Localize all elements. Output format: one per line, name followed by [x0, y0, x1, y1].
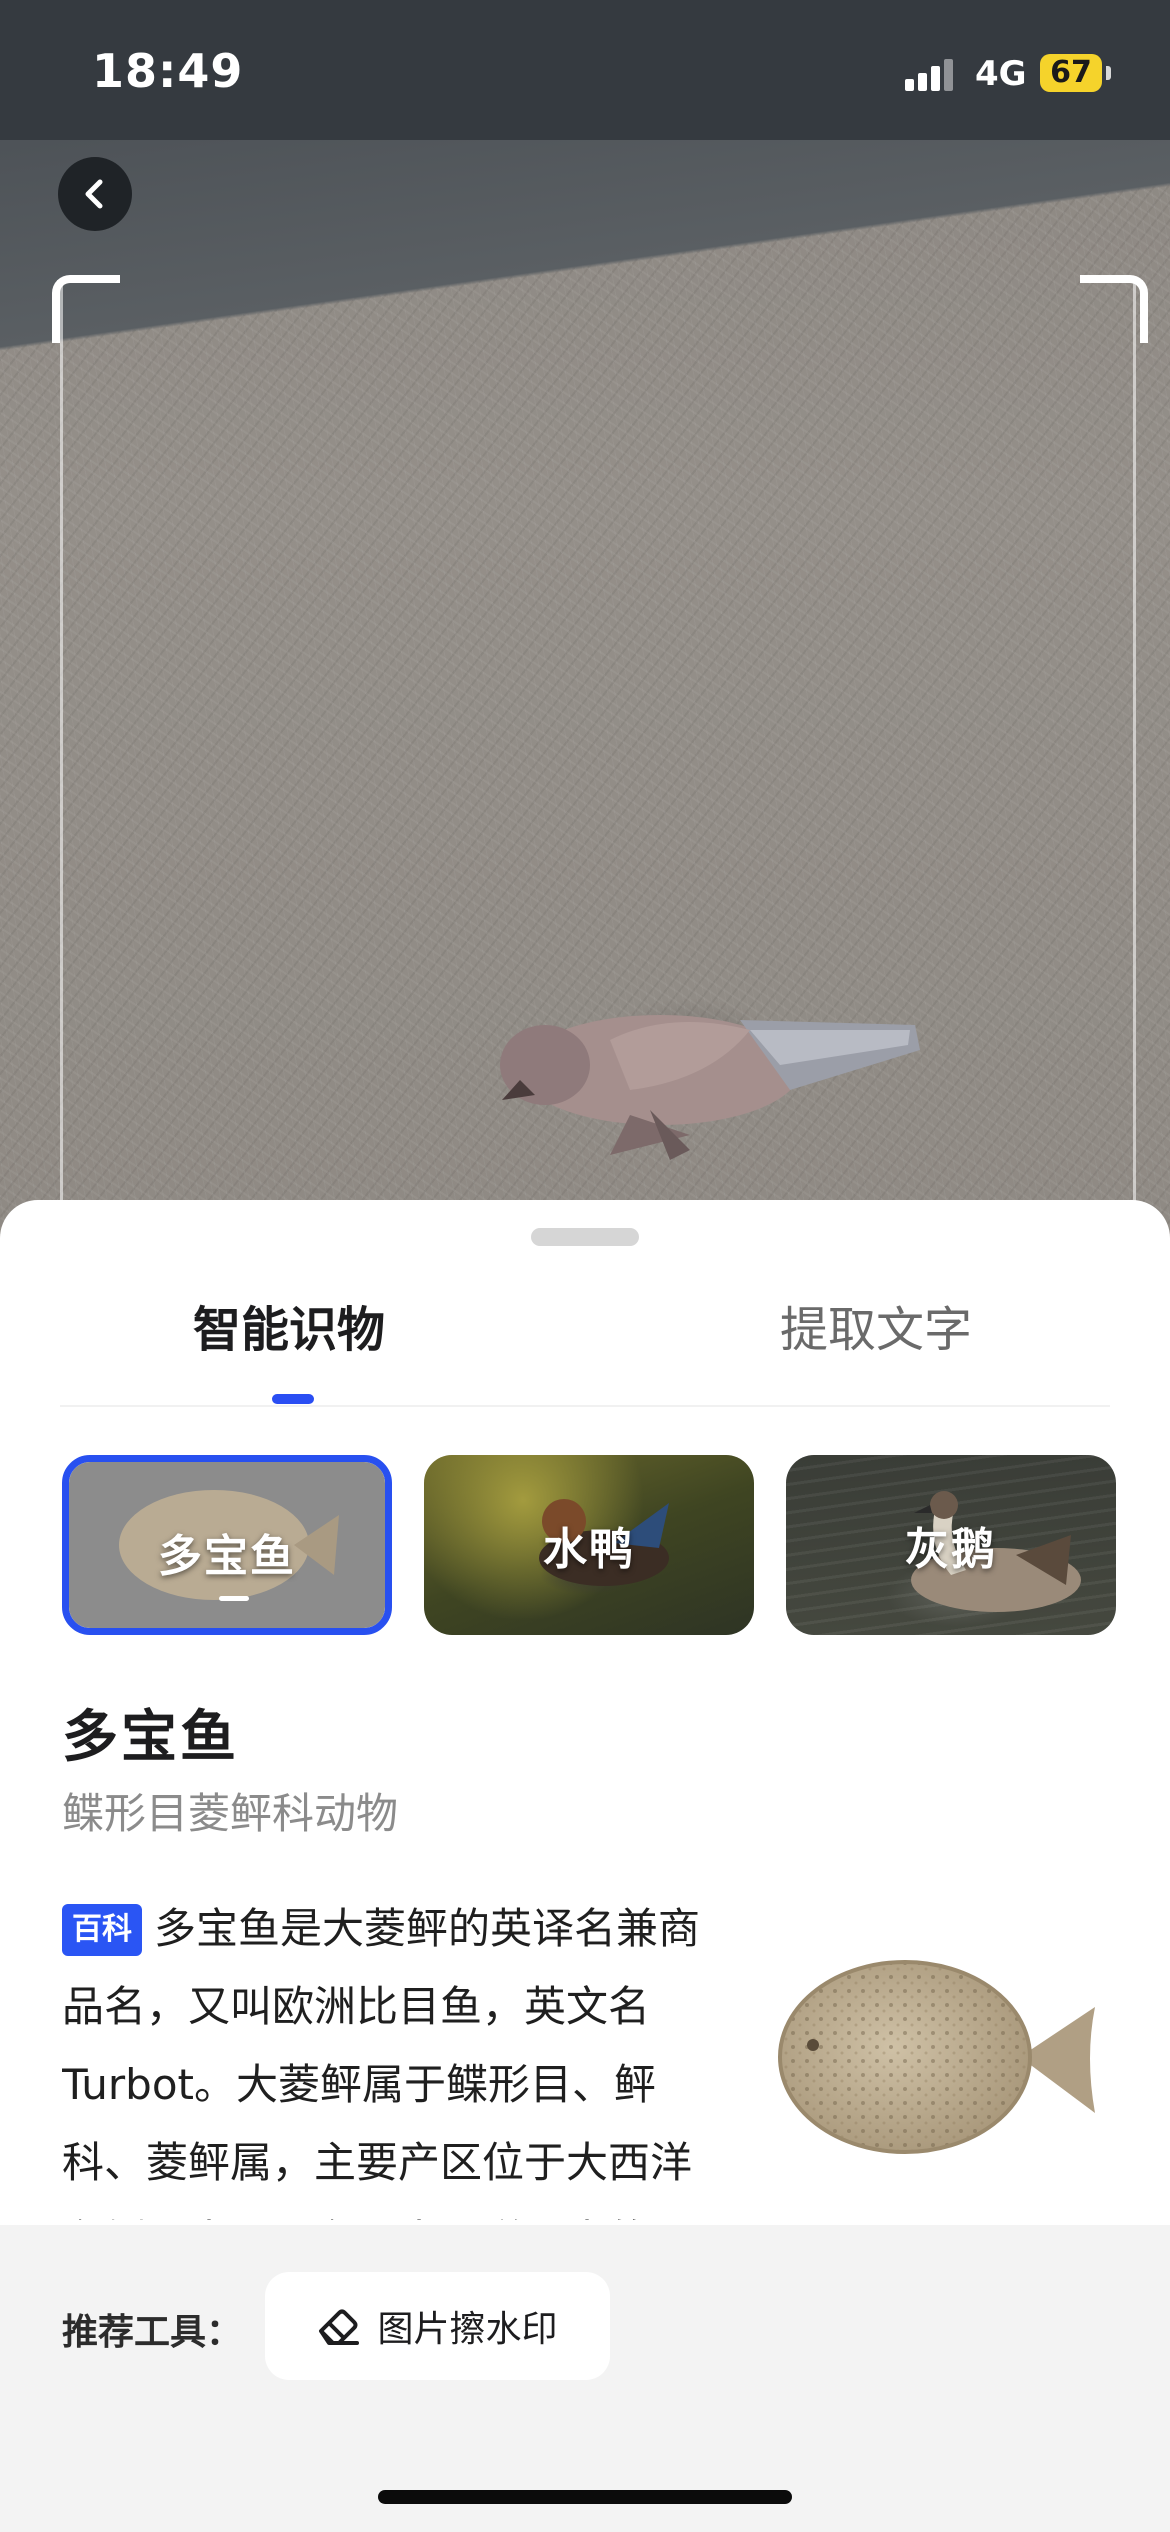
battery-level: 67	[1050, 55, 1092, 90]
remove-watermark-label: 图片擦水印	[377, 2309, 558, 2350]
result-title: 多宝鱼	[62, 1705, 239, 1770]
crop-corner-top-left[interactable]	[52, 275, 120, 343]
result-card-duck[interactable]: 水鸭	[424, 1455, 754, 1635]
tab-extract-text[interactable]: 提取文字	[780, 1290, 972, 1360]
description-text: 多宝鱼是大菱鲆的英译名兼商品名，又叫欧洲比目鱼，英文名Turbot。大菱鲆属于鲽…	[62, 1904, 701, 2220]
tab-divider	[60, 1405, 1110, 1407]
result-label: 水鸭	[543, 1524, 635, 1575]
chevron-left-icon	[85, 179, 103, 209]
recommended-tools-label: 推荐工具：	[62, 2312, 243, 2353]
back-button[interactable]	[58, 157, 132, 231]
encyclopedia-description[interactable]: 百科 多宝鱼是大菱鲆的英译名兼商品名，又叫欧洲比目鱼，英文名Turbot。大菱鲆属…	[62, 1890, 727, 2220]
home-indicator[interactable]	[378, 2490, 792, 2504]
active-tab-indicator	[272, 1394, 314, 1404]
crop-frame[interactable]	[60, 283, 1136, 1243]
sheet-drag-handle[interactable]	[531, 1228, 639, 1246]
eraser-icon	[319, 2309, 360, 2345]
battery-cap	[1106, 66, 1111, 80]
crop-corner-top-right[interactable]	[1080, 275, 1148, 343]
selected-marker	[219, 1596, 249, 1601]
status-time: 18:49	[92, 44, 244, 98]
network-type: 4G	[975, 54, 1027, 94]
result-label: 多宝鱼	[158, 1531, 296, 1582]
result-subtitle: 鲽形目菱鲆科动物	[62, 1789, 399, 1838]
turbot-image	[778, 1960, 1095, 2154]
encyclopedia-badge: 百科	[62, 1904, 142, 1956]
tab-smart-recognition[interactable]: 智能识物	[193, 1290, 385, 1360]
battery-icon: 67	[1040, 54, 1102, 92]
result-label: 灰鹅	[905, 1524, 997, 1575]
cellular-signal-icon	[905, 57, 957, 91]
result-card-turbot[interactable]: 多宝鱼	[62, 1455, 392, 1635]
remove-watermark-button[interactable]: 图片擦水印	[265, 2272, 610, 2380]
result-card-goose[interactable]: 灰鹅	[786, 1455, 1116, 1635]
